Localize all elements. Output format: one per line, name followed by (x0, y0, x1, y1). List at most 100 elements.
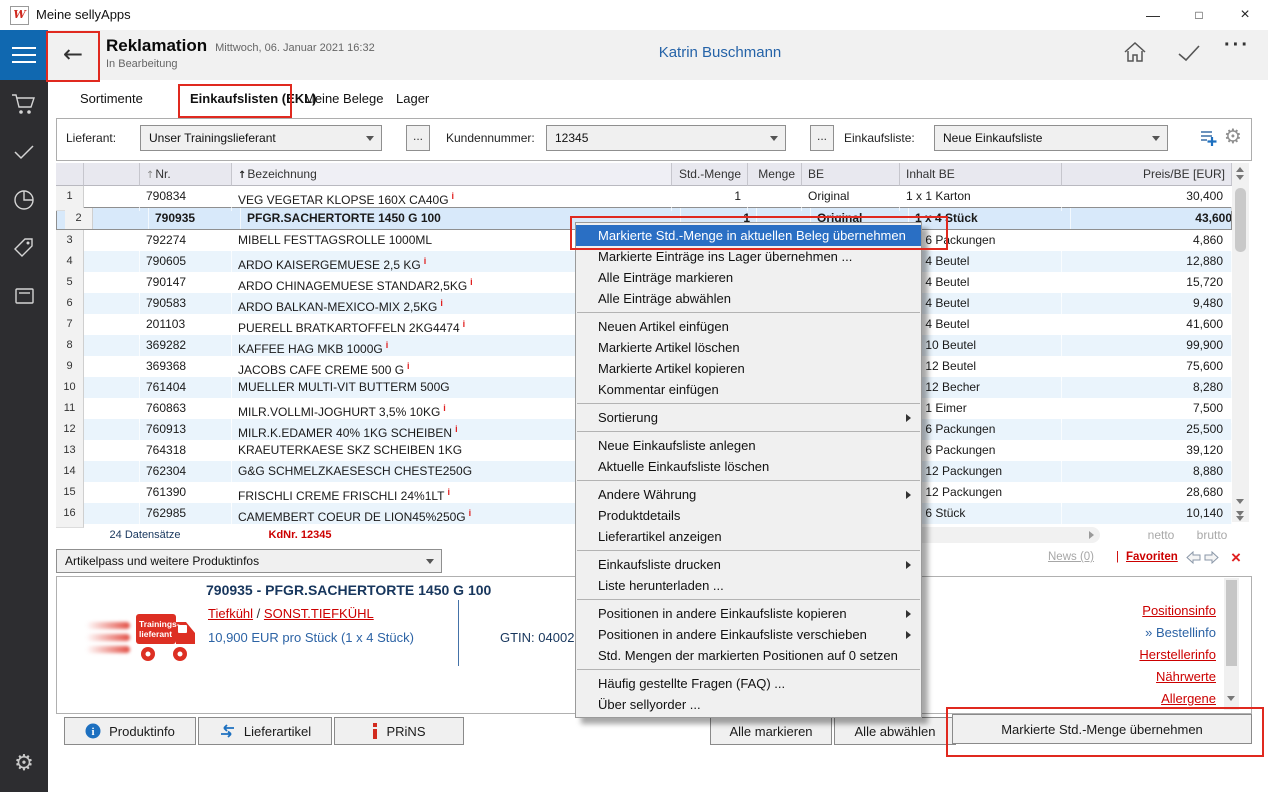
news-link[interactable]: News (0) (1048, 551, 1094, 563)
menu-item-label: Lieferartikel anzeigen (598, 529, 722, 544)
lieferant-select[interactable]: Unser Trainingslieferant (140, 125, 382, 151)
uebernehmen-button[interactable]: Markierte Std.-Menge übernehmen (952, 714, 1252, 744)
menu-item[interactable]: Alle Einträge abwählen (576, 288, 921, 309)
tab-meine-belege[interactable]: Meine Belege (304, 90, 384, 108)
header-nr-label: Nr. (155, 167, 170, 181)
header-be[interactable]: BE (802, 163, 900, 186)
confirm-check-icon[interactable] (1176, 44, 1202, 67)
detail-link[interactable]: Herstellerinfo (980, 644, 1216, 666)
pie-chart-icon[interactable] (0, 178, 48, 222)
kundennummer-label: Kundennummer: (446, 131, 535, 145)
productinfo-select[interactable]: Artikelpass und weitere Produktinfos (56, 549, 442, 573)
header-menge[interactable]: Menge (748, 163, 802, 186)
page-status: In Bearbeitung (106, 58, 178, 70)
more-options-icon[interactable]: ··· (1224, 34, 1250, 57)
einkaufsliste-select[interactable]: Neue Einkaufsliste (934, 125, 1168, 151)
menu-item[interactable]: Sortierung (576, 407, 921, 428)
menu-item[interactable]: Produktdetails (576, 505, 921, 526)
menu-item[interactable]: Aktuelle Einkaufsliste löschen (576, 456, 921, 477)
check-icon[interactable] (0, 130, 48, 174)
menu-item[interactable]: Positionen in andere Einkaufsliste kopie… (576, 603, 921, 624)
prins-button[interactable]: PRiNS (334, 717, 464, 745)
menu-item[interactable]: Markierte Einträge ins Lager übernehmen … (576, 246, 921, 267)
brutto-toggle[interactable]: brutto (1186, 528, 1238, 542)
header-inhalt-be[interactable]: Inhalt BE (900, 163, 1062, 186)
scrollbar-thumb[interactable] (1235, 188, 1246, 252)
close-button[interactable]: × (1222, 0, 1268, 30)
lieferartikel-button[interactable]: Lieferartikel (198, 717, 332, 745)
menu-item[interactable]: Liste herunterladen ... (576, 575, 921, 596)
tag-icon[interactable] (0, 226, 48, 270)
produktinfo-button[interactable]: i Produktinfo (64, 717, 196, 745)
detail-link[interactable]: Allergene (980, 688, 1216, 710)
nav-left-arrow-icon[interactable] (1186, 551, 1201, 569)
header-bezeichnung[interactable]: ↑Bezeichnung (232, 163, 672, 186)
hamburger-menu-button[interactable] (0, 30, 48, 80)
home-icon[interactable] (1122, 40, 1148, 69)
tab-einkaufslisten[interactable]: Einkaufslisten (EKL) (190, 90, 316, 108)
scroll-pin-down-icon[interactable] (1236, 175, 1244, 180)
scroll-page-down-icon[interactable] (1236, 516, 1244, 521)
kundennummer-browse-button[interactable]: ... (810, 125, 834, 151)
close-detail-icon[interactable]: × (1231, 549, 1241, 567)
detail-link[interactable]: » Bestellinfo (980, 622, 1216, 644)
scroll-pin-up-icon[interactable] (1236, 167, 1244, 172)
menu-item-label: Über sellyorder ... (598, 697, 701, 712)
cart-icon[interactable] (0, 82, 48, 126)
header-nr[interactable]: ↑Nr. (140, 163, 232, 186)
info-marker-icon: i (443, 403, 446, 413)
menu-item[interactable]: Lieferartikel anzeigen (576, 526, 921, 547)
chevron-down-icon (770, 136, 778, 141)
minimize-button[interactable]: — (1130, 0, 1176, 30)
netto-toggle[interactable]: netto (1136, 528, 1186, 542)
maximize-button[interactable]: □ (1176, 0, 1222, 30)
menu-item[interactable]: Markierte Std.-Menge in aktuellen Beleg … (576, 225, 921, 246)
tab-lager[interactable]: Lager (396, 90, 429, 108)
favoriten-link[interactable]: Favoriten (1126, 551, 1178, 563)
lieferant-browse-button[interactable]: ... (406, 125, 430, 151)
menu-item[interactable]: Kommentar einfügen (576, 379, 921, 400)
sonst-tiefkuehl-link[interactable]: SONST.TIEFKÜHL (264, 606, 374, 621)
header-preis[interactable]: Preis/BE [EUR] (1062, 163, 1232, 186)
detail-link[interactable]: Nährwerte (980, 666, 1216, 688)
einkaufsliste-value: Neue Einkaufsliste (943, 131, 1042, 145)
menu-item[interactable]: Alle Einträge markieren (576, 267, 921, 288)
alle-abwaehlen-button[interactable]: Alle abwählen (834, 717, 956, 745)
scroll-right-icon[interactable] (1089, 531, 1094, 539)
menu-item[interactable]: Neuen Artikel einfügen (576, 316, 921, 337)
tiefkuehl-link[interactable]: Tiefkühl (208, 606, 253, 621)
alle-markieren-button[interactable]: Alle markieren (710, 717, 832, 745)
menu-item-label: Aktuelle Einkaufsliste löschen (598, 459, 769, 474)
alle-abwaehlen-label: Alle abwählen (855, 724, 936, 739)
menu-item[interactable]: Über sellyorder ... (576, 694, 921, 715)
table-vertical-scrollbar[interactable] (1232, 163, 1249, 522)
book-icon[interactable] (0, 274, 48, 318)
info-marker-icon: i (455, 424, 458, 434)
menu-item[interactable]: Häufig gestellte Fragen (FAQ) ... (576, 673, 921, 694)
menu-item[interactable]: Markierte Artikel löschen (576, 337, 921, 358)
menu-item[interactable]: Einkaufsliste drucken (576, 554, 921, 575)
window-titlebar: W Meine sellyApps — □ × (0, 0, 1268, 30)
detail-scrollbar[interactable] (1224, 578, 1239, 710)
header-bezeichnung-label: Bezeichnung (247, 167, 316, 181)
tab-sortimente[interactable]: Sortimente (80, 90, 143, 108)
menu-item[interactable]: Neue Einkaufsliste anlegen (576, 435, 921, 456)
menu-item[interactable]: Std. Mengen der markierten Positionen au… (576, 645, 921, 666)
settings-gear-icon[interactable]: ⚙ (0, 742, 48, 786)
nav-right-arrow-icon[interactable] (1204, 551, 1219, 569)
menu-item[interactable]: Markierte Artikel kopieren (576, 358, 921, 379)
scrollbar-thumb[interactable] (1226, 580, 1237, 666)
table-row[interactable]: 1790834VEG VEGETAR KLOPSE 160X CA40Gi1Or… (56, 186, 1232, 207)
header-std-menge[interactable]: Std.-Menge (672, 163, 748, 186)
alle-markieren-label: Alle markieren (729, 724, 812, 739)
menu-item[interactable]: Positionen in andere Einkaufsliste versc… (576, 624, 921, 645)
scroll-down-icon[interactable] (1227, 696, 1235, 701)
detail-link[interactable]: Positionsinfo (980, 600, 1216, 622)
new-list-icon[interactable] (1198, 128, 1218, 153)
cell-mark (84, 377, 140, 399)
list-settings-gear-icon[interactable]: ⚙ (1224, 124, 1242, 148)
scroll-down-icon[interactable] (1236, 499, 1244, 504)
kundennummer-select[interactable]: 12345 (546, 125, 786, 151)
menu-item[interactable]: Andere Währung (576, 484, 921, 505)
back-button[interactable]: ← (52, 34, 94, 76)
